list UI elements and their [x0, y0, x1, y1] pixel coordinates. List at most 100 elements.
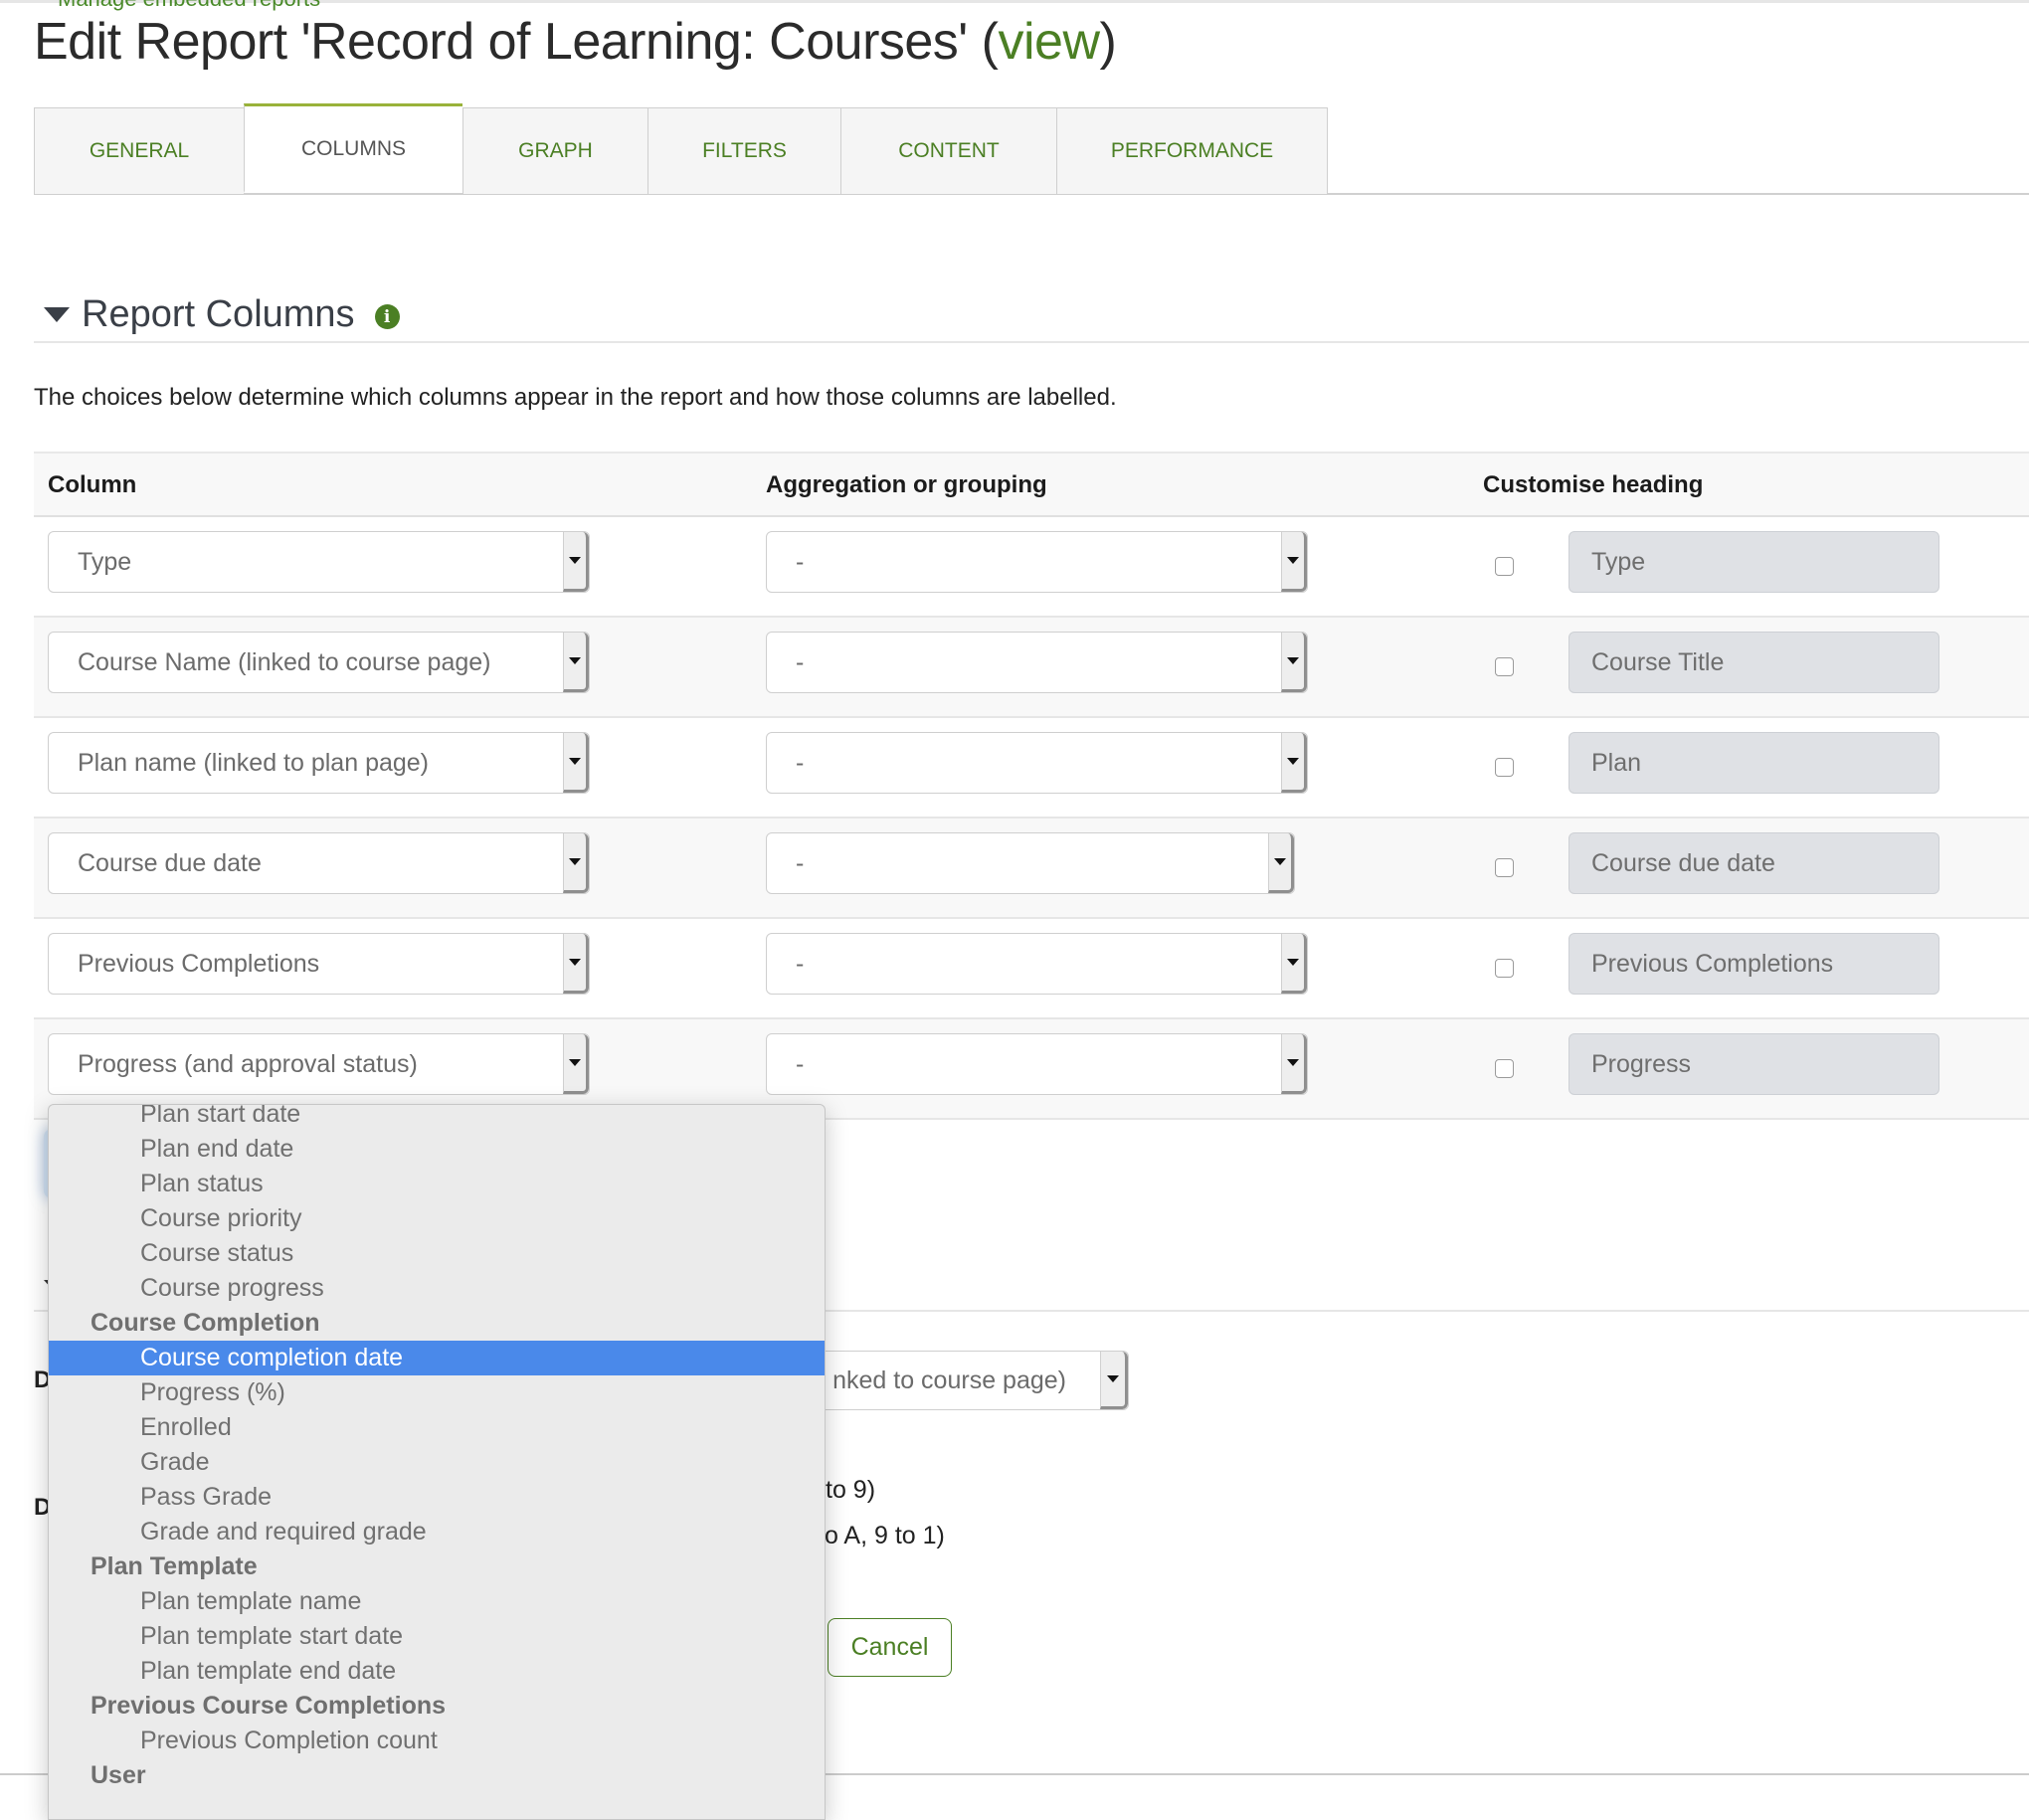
aggregation-select[interactable]: - — [766, 1033, 1308, 1095]
page-title: Edit Report 'Record of Learning: Courses… — [34, 12, 1117, 72]
dropdown-option[interactable]: Plan template name — [49, 1584, 825, 1619]
aggregation-select-value: - — [796, 949, 805, 978]
tab-graph[interactable]: GRAPH — [462, 107, 647, 195]
aggregation-select[interactable]: - — [766, 832, 1295, 894]
dropdown-option[interactable]: Plan template end date — [49, 1654, 825, 1689]
tab-filters[interactable]: FILTERS — [647, 107, 840, 195]
column-select[interactable]: Course Name (linked to course page) — [48, 632, 590, 693]
heading-input[interactable]: Course due date — [1568, 832, 1939, 894]
customise-heading-checkbox[interactable] — [1495, 959, 1514, 978]
column-select[interactable]: Previous Completions — [48, 933, 590, 995]
customise-heading-checkbox[interactable] — [1495, 657, 1514, 676]
dropdown-option[interactable]: Enrolled — [49, 1410, 825, 1445]
column-select-value: Previous Completions — [78, 949, 320, 978]
dropdown-arrow-icon — [1281, 733, 1307, 793]
column-select[interactable]: Plan name (linked to plan page) — [48, 732, 590, 794]
aggregation-select-value: - — [796, 547, 805, 576]
aggregation-select[interactable]: - — [766, 632, 1308, 693]
customise-heading-checkbox[interactable] — [1495, 1059, 1514, 1078]
aggregation-select[interactable]: - — [766, 732, 1308, 794]
aggregation-select[interactable]: - — [766, 531, 1308, 593]
column-select-value: Progress (and approval status) — [78, 1049, 418, 1078]
dropdown-option[interactable]: Plan end date — [49, 1132, 825, 1167]
aggregation-select[interactable]: - — [766, 933, 1308, 995]
table-row: Type - Type — [34, 517, 2029, 618]
dropdown-arrow-icon — [1281, 633, 1307, 692]
dropdown-arrow-icon — [563, 633, 589, 692]
heading-input[interactable]: Plan — [1568, 732, 1939, 794]
dropdown-option[interactable]: Course priority — [49, 1201, 825, 1236]
cancel-button[interactable]: Cancel — [828, 1618, 952, 1677]
header-aggregation: Aggregation or grouping — [766, 471, 1047, 498]
dropdown-arrow-icon — [563, 934, 589, 994]
dropdown-group-label: Course Completion — [91, 1309, 320, 1337]
column-select[interactable]: Type — [48, 531, 590, 593]
page-title-text: Edit Report 'Record of Learning: Courses… — [34, 13, 999, 71]
page-title-suffix: ) — [1099, 13, 1117, 71]
heading-input[interactable]: Progress — [1568, 1033, 1939, 1095]
column-options-dropdown[interactable]: Plan start date Plan end date Plan status C… — [48, 1104, 826, 1820]
dropdown-arrow-icon — [1281, 934, 1307, 994]
tab-columns[interactable]: COLUMNS — [244, 103, 462, 193]
dropdown-option[interactable]: Plan template start date — [49, 1619, 825, 1654]
customise-heading-checkbox[interactable] — [1495, 557, 1514, 576]
tab-performance[interactable]: PERFORMANCE — [1056, 107, 1328, 195]
dropdown-arrow-icon — [1100, 1352, 1128, 1409]
heading-input[interactable]: Course Title — [1568, 632, 1939, 693]
dropdown-arrow-icon — [1281, 532, 1307, 592]
dropdown-group-label: Plan Template — [91, 1552, 258, 1580]
dropdown-option[interactable]: Progress (%) — [49, 1375, 825, 1410]
header-customise-heading: Customise heading — [1483, 471, 1704, 498]
info-icon[interactable]: i — [374, 304, 400, 329]
aggregation-select-value: - — [796, 1049, 805, 1078]
default-sort-column-value: nked to course page) — [832, 1365, 1066, 1394]
dropdown-option[interactable]: Course progress — [49, 1271, 825, 1306]
collapse-triangle-icon — [44, 307, 70, 322]
table-row: Previous Completions - Previous Completi… — [34, 919, 2029, 1019]
aggregation-select-value: - — [796, 647, 805, 676]
dropdown-option[interactable]: Course status — [49, 1236, 825, 1271]
dropdown-option[interactable]: Plan status — [49, 1167, 825, 1201]
dropdown-option[interactable]: Grade and required grade — [49, 1515, 825, 1549]
dropdown-group-label: User — [91, 1761, 146, 1789]
dropdown-list: Plan start date Plan end date Plan status C… — [49, 1105, 825, 1793]
dropdown-arrow-icon — [1281, 1034, 1307, 1094]
column-select-value: Course due date — [78, 848, 262, 877]
aggregation-select-value: - — [796, 748, 805, 777]
dropdown-option[interactable]: Previous Completion count — [49, 1724, 825, 1758]
customise-heading-checkbox[interactable] — [1495, 858, 1514, 877]
dropdown-option[interactable]: Course completion date — [49, 1341, 825, 1375]
breadcrumb-manage-embedded-reports[interactable]: Manage embedded reports — [58, 0, 320, 12]
dropdown-option[interactable]: Plan start date — [49, 1105, 825, 1132]
dropdown-arrow-icon — [563, 733, 589, 793]
dropdown-arrow-icon — [563, 532, 589, 592]
section-divider — [34, 341, 2029, 343]
tab-general[interactable]: GENERAL — [34, 107, 244, 195]
heading-input[interactable]: Previous Completions — [1568, 933, 1939, 995]
columns-table: Column Aggregation or grouping Customise… — [34, 452, 2029, 1120]
dropdown-option[interactable]: Grade — [49, 1445, 825, 1480]
customise-heading-checkbox[interactable] — [1495, 758, 1514, 777]
dropdown-group-label: Previous Course Completions — [91, 1692, 447, 1720]
table-row: Plan name (linked to plan page) - Plan — [34, 718, 2029, 819]
column-select-value: Plan name (linked to plan page) — [78, 748, 430, 777]
column-select[interactable]: Course due date — [48, 832, 590, 894]
table-header: Column Aggregation or grouping Customise… — [34, 452, 2029, 517]
column-select-value: Type — [78, 547, 132, 576]
dropdown-arrow-icon — [563, 1034, 589, 1094]
header-column: Column — [48, 471, 137, 498]
heading-input[interactable]: Type — [1568, 531, 1939, 593]
tab-content[interactable]: CONTENT — [840, 107, 1056, 195]
column-select-value: Course Name (linked to course page) — [78, 647, 491, 676]
dropdown-option[interactable]: Pass Grade — [49, 1480, 825, 1515]
dropdown-arrow-icon — [563, 833, 589, 893]
table-row: Course Name (linked to course page) - Co… — [34, 618, 2029, 718]
column-select[interactable]: Progress (and approval status) — [48, 1033, 590, 1095]
table-row: Course due date - Course due date — [34, 819, 2029, 919]
report-columns-section-toggle[interactable]: Report Columns i — [44, 293, 400, 336]
sort-descending-option[interactable]: to A, 9 to 1) — [818, 1522, 945, 1550]
section-title: Report Columns — [82, 293, 355, 335]
dropdown-arrow-icon — [1268, 833, 1294, 893]
aggregation-select-value: - — [796, 848, 805, 877]
view-report-link[interactable]: view — [999, 13, 1101, 71]
